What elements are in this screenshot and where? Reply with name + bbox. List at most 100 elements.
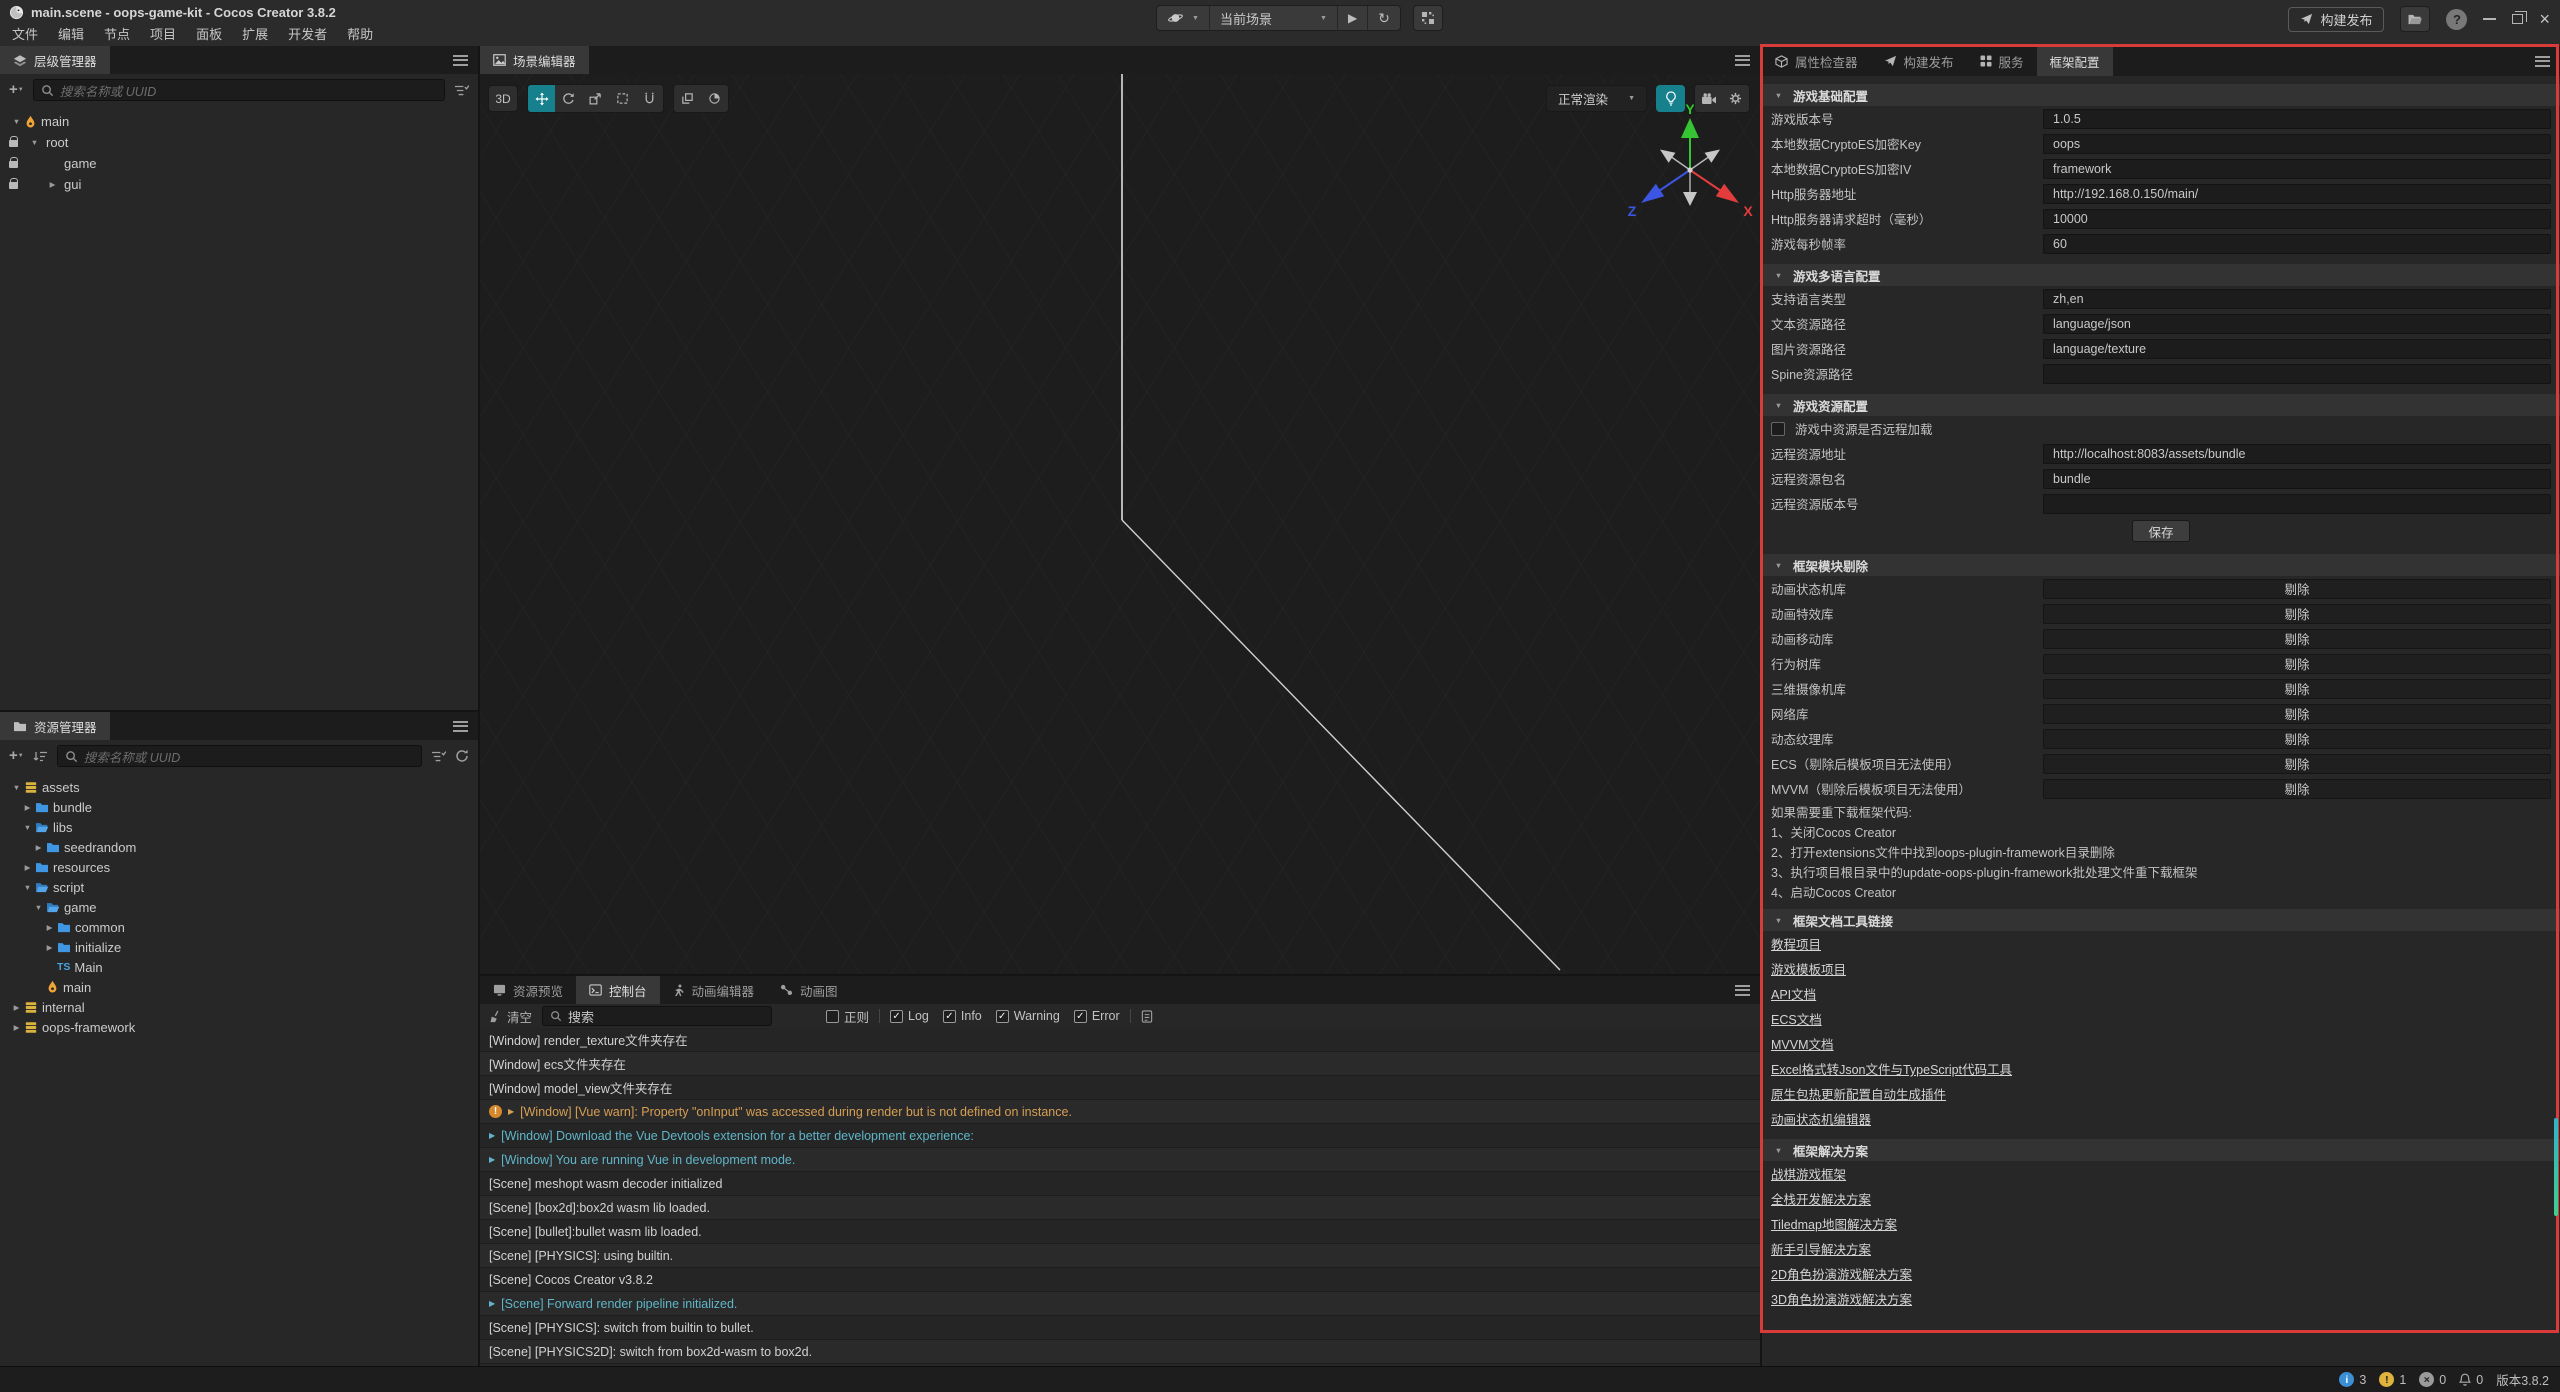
chevron-right-icon[interactable]: ▶	[508, 1107, 514, 1116]
chevron-right-icon[interactable]: ▶	[9, 1023, 24, 1032]
panel-menu-button[interactable]	[1735, 976, 1760, 1004]
scale-tool-button[interactable]	[582, 85, 609, 112]
section-header[interactable]: ▼框架解决方案	[1762, 1139, 2560, 1161]
chevron-down-icon[interactable]: ▼	[27, 138, 42, 147]
add-asset-button[interactable]: +▼	[9, 750, 24, 762]
menu-item[interactable]: 面板	[186, 25, 232, 46]
filter-warning[interactable]: ✓Warning	[996, 1009, 1060, 1023]
config-input[interactable]: http://192.168.0.150/main/	[2043, 184, 2551, 204]
log-row[interactable]: ▶[Scene] Forward render pipeline initial…	[480, 1292, 1760, 1316]
doc-link[interactable]: 全栈开发解决方案	[1762, 1186, 2560, 1211]
menu-item[interactable]: 项目	[140, 25, 186, 46]
scene-viewport[interactable]: Y Z X	[480, 74, 1760, 974]
preview-target-select[interactable]: ▼	[1157, 6, 1210, 30]
menu-item[interactable]: 文件	[2, 25, 48, 46]
filter-icon[interactable]	[454, 84, 469, 97]
tree-node-bundle[interactable]: ▶bundle	[0, 797, 478, 817]
config-input[interactable]: zh,en	[2043, 289, 2551, 309]
log-row[interactable]: [Scene] meshopt wasm decoder initialized	[480, 1172, 1760, 1196]
log-row[interactable]: !▶[Window] [Vue warn]: Property "onInput…	[480, 1100, 1760, 1124]
play-button[interactable]: ▶	[1338, 6, 1368, 30]
module-remove-button[interactable]: 剔除	[2043, 579, 2551, 599]
help-button[interactable]: ?	[2446, 9, 2467, 30]
add-node-button[interactable]: +▼	[9, 84, 24, 96]
chevron-right-icon[interactable]: ▶	[9, 1003, 24, 1012]
module-remove-button[interactable]: 剔除	[2043, 729, 2551, 749]
config-input[interactable]: oops	[2043, 134, 2551, 154]
tree-node-common[interactable]: ▶common	[0, 917, 478, 937]
chevron-right-icon[interactable]: ▶	[489, 1131, 495, 1140]
scene-select[interactable]: 当前场景 ▼	[1210, 6, 1338, 30]
chevron-right-icon[interactable]: ▶	[45, 180, 60, 189]
log-file-icon[interactable]	[1141, 1010, 1153, 1023]
regex-checkbox[interactable]: 正则	[826, 1007, 869, 1026]
log-row[interactable]: ▶[Window] You are running Vue in develop…	[480, 1148, 1760, 1172]
doc-link[interactable]: 动画状态机编辑器	[1762, 1106, 2560, 1131]
scene-settings-button[interactable]	[1722, 85, 1749, 112]
menu-item[interactable]: 帮助	[337, 25, 383, 46]
tree-node-oops-framework[interactable]: ▶oops-framework	[0, 1017, 478, 1037]
notification-count[interactable]: 0	[2459, 1373, 2483, 1387]
tab-资源预览[interactable]: 资源预览	[480, 976, 576, 1004]
rotate-snap-tool-button[interactable]	[701, 85, 728, 112]
tab-框架配置[interactable]: 框架配置	[2037, 46, 2113, 76]
tree-node-script[interactable]: ▼script	[0, 877, 478, 897]
tab-scene-editor[interactable]: 场景编辑器	[480, 46, 589, 74]
ui-transform-tool-button[interactable]	[636, 85, 663, 112]
tree-node-initialize[interactable]: ▶initialize	[0, 937, 478, 957]
filter-log[interactable]: ✓Log	[890, 1009, 929, 1023]
chevron-right-icon[interactable]: ▶	[42, 923, 57, 932]
render-mode-select[interactable]: 正常渲染 ▼	[1546, 85, 1647, 112]
doc-link[interactable]: 战棋游戏框架	[1762, 1161, 2560, 1186]
panel-menu-button[interactable]	[1735, 46, 1760, 74]
tree-node-main[interactable]: main	[0, 977, 478, 997]
section-header[interactable]: ▼框架模块剔除	[1762, 554, 2560, 576]
rotate-tool-button[interactable]	[555, 85, 582, 112]
chevron-right-icon[interactable]: ▶	[20, 803, 35, 812]
chevron-down-icon[interactable]: ▼	[31, 903, 46, 912]
tab-assets[interactable]: 资源管理器	[0, 712, 110, 740]
filter-info[interactable]: ✓Info	[943, 1009, 982, 1023]
menu-item[interactable]: 开发者	[278, 25, 337, 46]
chevron-down-icon[interactable]: ▼	[9, 117, 24, 126]
lighting-toggle-button[interactable]	[1656, 85, 1685, 112]
save-button[interactable]: 保存	[2132, 520, 2190, 542]
config-input[interactable]: http://localhost:8083/assets/bundle	[2043, 444, 2551, 464]
log-row[interactable]: [Window] model_view文件夹存在	[480, 1076, 1760, 1100]
build-publish-button[interactable]: 构建发布	[2288, 7, 2384, 32]
config-input[interactable]	[2043, 364, 2551, 384]
tab-hierarchy[interactable]: 层级管理器	[0, 46, 110, 74]
menu-item[interactable]: 节点	[94, 25, 140, 46]
log-row[interactable]: [Window] render_texture文件夹存在	[480, 1028, 1760, 1052]
tree-node-Main[interactable]: TSMain	[0, 957, 478, 977]
doc-link[interactable]: API文档	[1762, 981, 2560, 1006]
config-input[interactable]	[2043, 494, 2551, 514]
lock-icon[interactable]	[9, 161, 18, 168]
clear-console-button[interactable]: 清空	[489, 1007, 532, 1026]
dimension-toggle-button[interactable]: 3D	[488, 85, 518, 112]
restore-button[interactable]	[2512, 14, 2523, 24]
close-button[interactable]: ×	[2539, 12, 2550, 26]
log-row[interactable]: [Window] ecs文件夹存在	[480, 1052, 1760, 1076]
config-input[interactable]: 60	[2043, 234, 2551, 254]
config-input[interactable]: framework	[2043, 159, 2551, 179]
doc-link[interactable]: 3D角色扮演游戏解决方案	[1762, 1286, 2560, 1311]
reload-button[interactable]: ↻	[1368, 6, 1400, 30]
tree-node-assets[interactable]: ▼assets	[0, 777, 478, 797]
log-row[interactable]: [Scene] [PHYSICS2D]: switch from box2d-w…	[480, 1340, 1760, 1364]
chevron-down-icon[interactable]: ▼	[9, 783, 24, 792]
config-input[interactable]: 10000	[2043, 209, 2551, 229]
doc-link[interactable]: 新手引导解决方案	[1762, 1236, 2560, 1261]
config-input[interactable]: 1.0.5	[2043, 109, 2551, 129]
tree-node-game[interactable]: ▼game	[0, 897, 478, 917]
doc-link[interactable]: Tiledmap地图解决方案	[1762, 1211, 2560, 1236]
panel-menu-button[interactable]	[453, 712, 478, 740]
tab-属性检查器[interactable]: 属性检查器	[1762, 46, 1871, 76]
camera-view-button[interactable]	[1695, 85, 1722, 112]
doc-link[interactable]: 游戏模板项目	[1762, 956, 2560, 981]
tab-构建发布[interactable]: 构建发布	[1871, 46, 1967, 76]
tree-node-gui[interactable]: ▶gui	[0, 174, 478, 195]
doc-link[interactable]: 2D角色扮演游戏解决方案	[1762, 1261, 2560, 1286]
chevron-right-icon[interactable]: ▶	[20, 863, 35, 872]
chevron-right-icon[interactable]: ▶	[489, 1299, 495, 1308]
